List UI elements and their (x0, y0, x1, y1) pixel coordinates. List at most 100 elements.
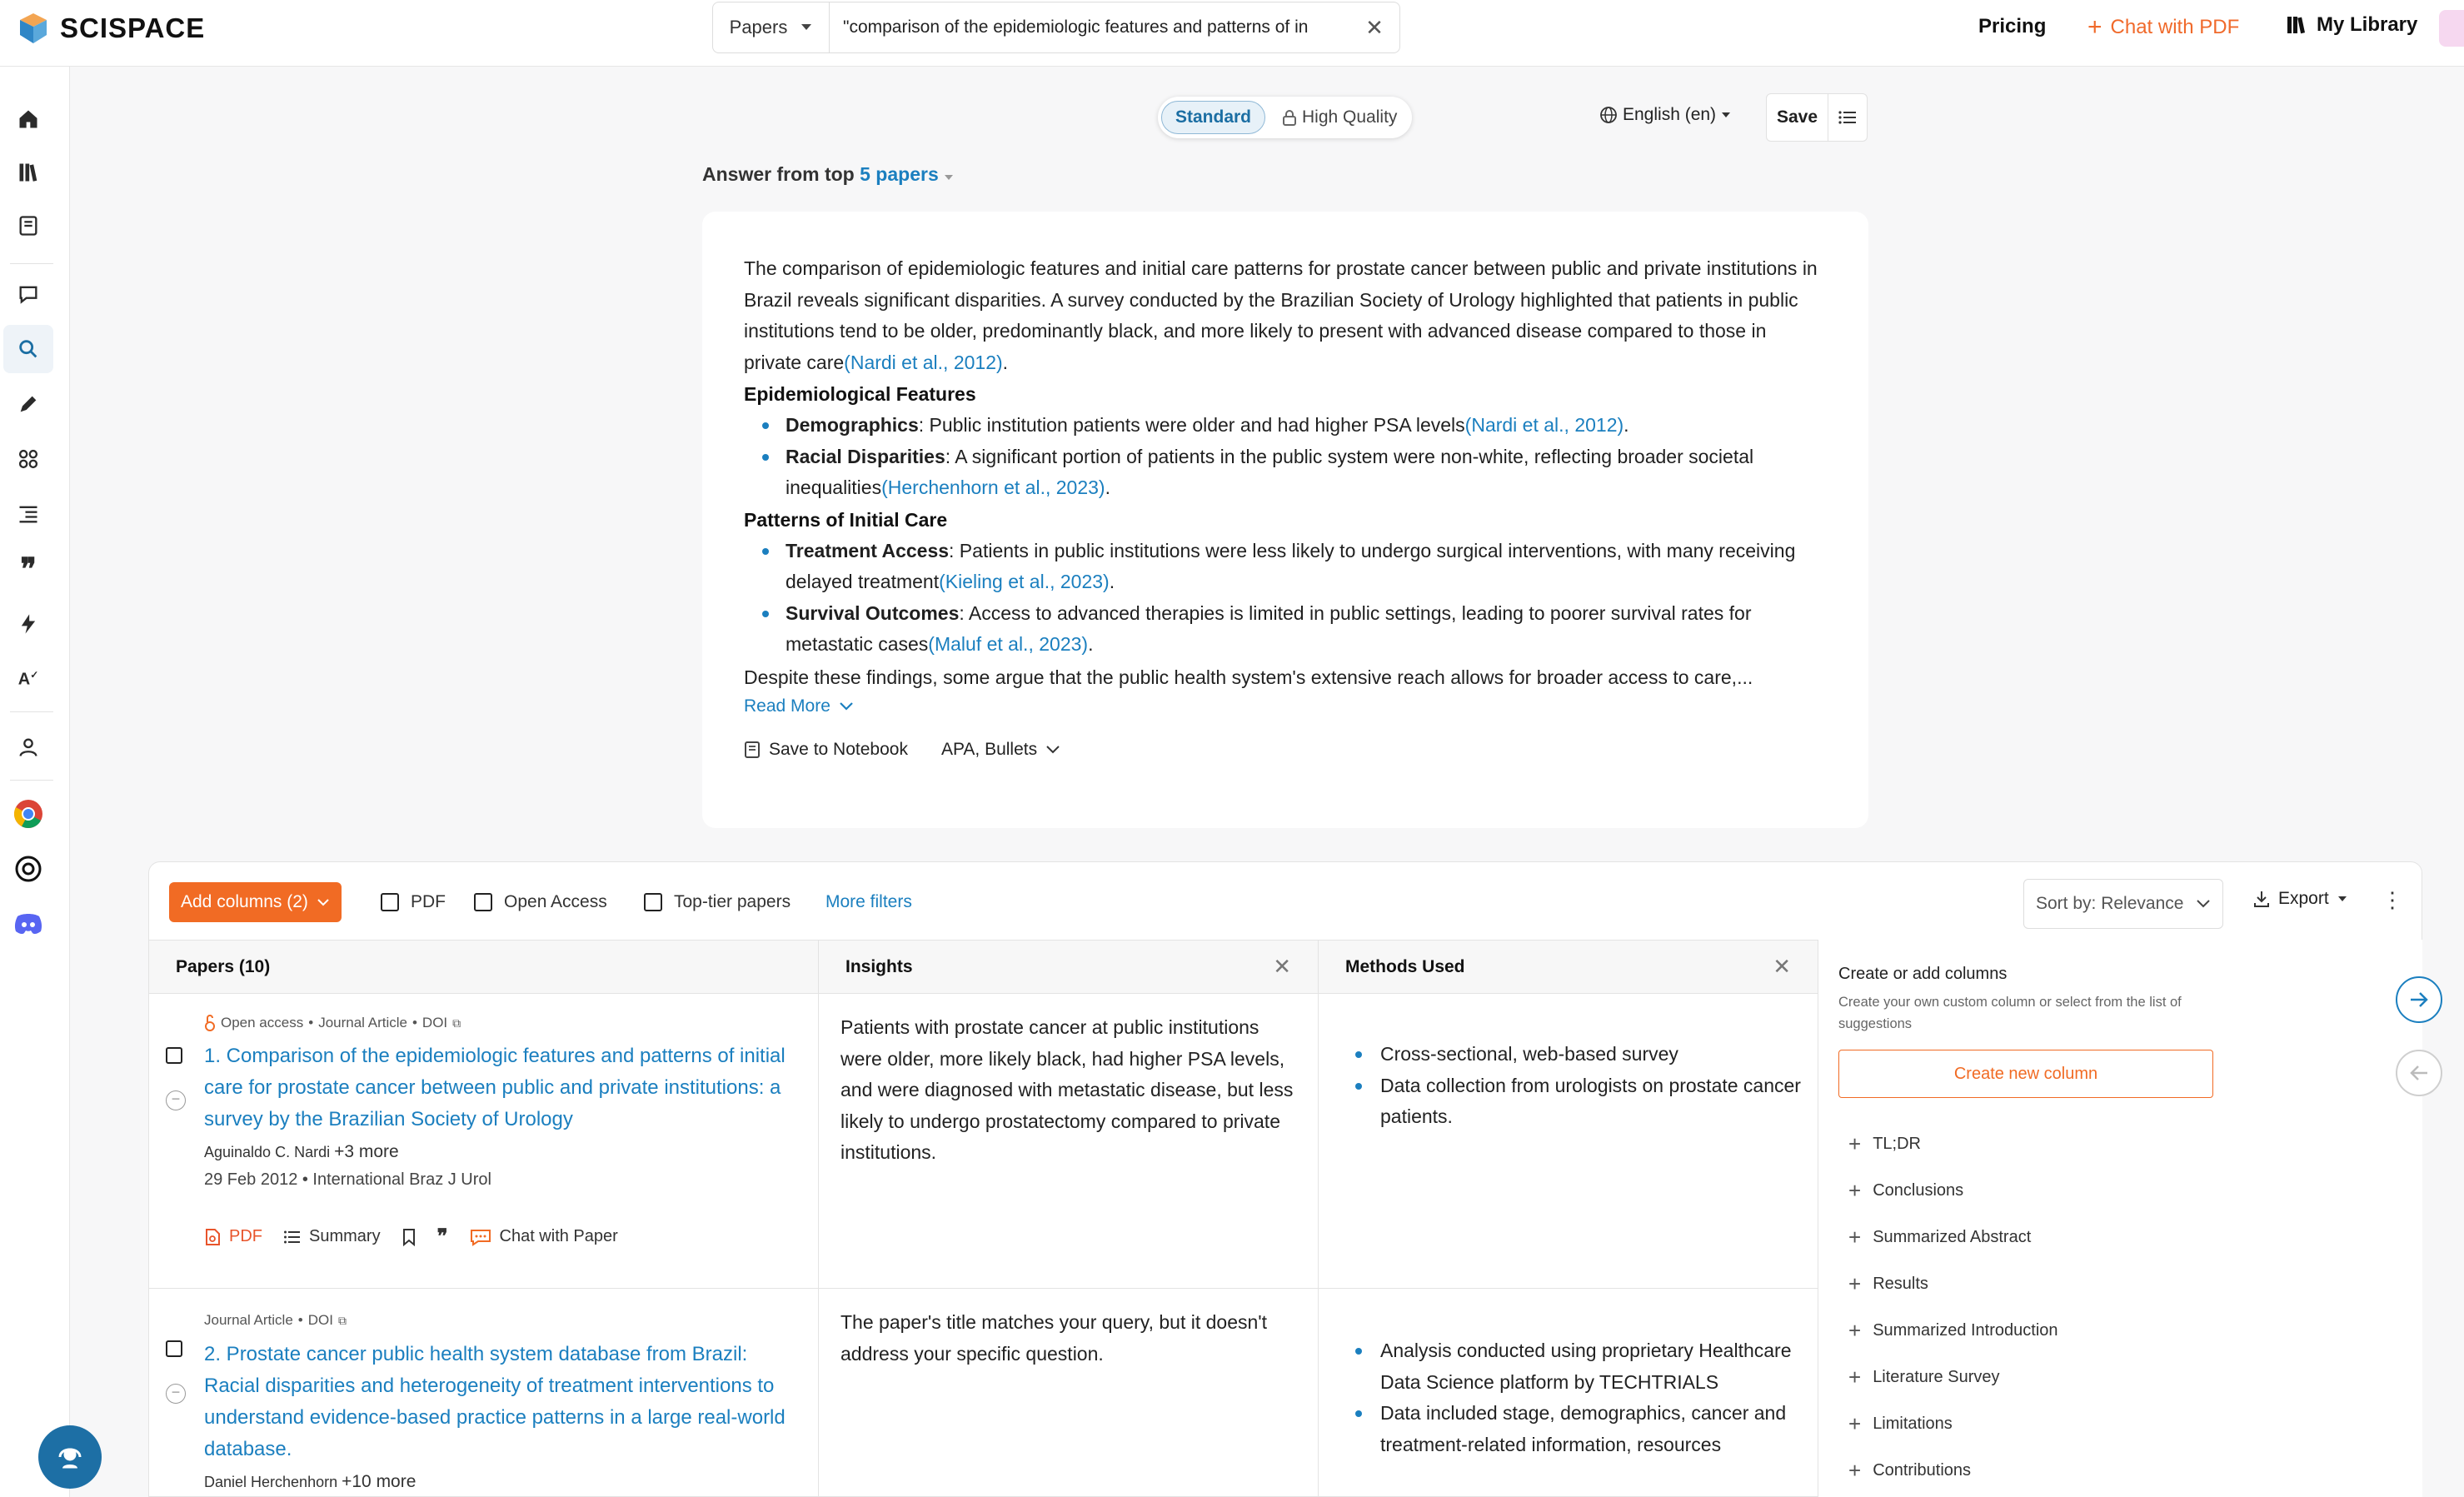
avatar[interactable] (2439, 10, 2464, 47)
filter-top-tier[interactable]: Top-tier papers (644, 892, 791, 912)
suggestion-item[interactable]: + Summarized Introduction (1848, 1318, 2058, 1344)
remove-column-icon[interactable]: ✕ (1273, 954, 1291, 980)
paper-pdf-button[interactable]: PDF (204, 1227, 262, 1246)
create-new-column-button[interactable]: Create new column (1838, 1050, 2213, 1098)
answer-header: Answer from top 5 papers (702, 163, 954, 186)
clear-search-icon[interactable]: ✕ (1349, 15, 1399, 41)
sidebar-write-icon[interactable] (3, 380, 53, 428)
plus-icon: + (1848, 1365, 1862, 1390)
export-button[interactable]: Export (2253, 889, 2347, 909)
sidebar-search-icon[interactable] (3, 325, 53, 373)
suggestion-item[interactable]: + Literature Survey (1848, 1365, 1999, 1390)
external-link-icon[interactable]: ⧉ (452, 1016, 461, 1030)
sidebar-profile-icon[interactable] (3, 723, 53, 771)
suggestion-item[interactable]: + Summarized Abstract (1848, 1225, 2031, 1250)
chat-with-paper-button[interactable]: Chat with Paper (470, 1227, 618, 1246)
sidebar-home-icon[interactable] (3, 95, 53, 143)
sidebar-extract-icon[interactable] (3, 435, 53, 483)
export-label: Export (2278, 889, 2329, 908)
checkbox[interactable] (474, 893, 492, 911)
insight-cell: Patients with prostate cancer at public … (819, 994, 1319, 1289)
sidebar-library-icon[interactable] (3, 148, 53, 197)
answer-papers-dropdown[interactable]: 5 papers (860, 163, 954, 185)
suggestion-item[interactable]: + Contributions (1848, 1458, 1971, 1484)
column-suggestions-panel: Create or add columns Create your own cu… (1818, 940, 2422, 1497)
plus-icon: + (1848, 1411, 1862, 1436)
scroll-left-button[interactable] (2396, 1050, 2442, 1096)
external-link-icon[interactable]: ⧉ (338, 1314, 347, 1328)
remove-column-icon[interactable]: ✕ (1773, 954, 1791, 980)
save-to-notebook-button[interactable]: Save to Notebook (744, 740, 908, 760)
citation-link[interactable]: (Kieling et al., 2023) (939, 571, 1110, 592)
sort-select[interactable]: Sort by: Relevance (2023, 879, 2223, 929)
insight-text: The paper's title matches your query, bu… (840, 1311, 1268, 1365)
read-more-link[interactable]: Read More (744, 696, 1827, 716)
meta-doi-link[interactable]: DOI (422, 1015, 447, 1031)
open-access-icon (205, 1015, 215, 1031)
sidebar-notebook-icon[interactable] (3, 202, 53, 250)
collapse-row-icon[interactable]: − (166, 1384, 186, 1404)
author-name[interactable]: Aguinaldo C. Nardi (204, 1144, 330, 1160)
filter-open-access[interactable]: Open Access (474, 892, 607, 912)
save-button[interactable]: Save (1767, 94, 1828, 141)
list-view-button[interactable] (1828, 94, 1867, 141)
scroll-right-button[interactable] (2396, 976, 2442, 1023)
citation-link[interactable]: (Nardi et al., 2012) (844, 352, 1002, 373)
mode-high-quality-button[interactable]: High Quality (1270, 101, 1409, 134)
sidebar-openai-icon[interactable] (3, 845, 53, 893)
citation-link[interactable]: (Maluf et al., 2023) (928, 633, 1088, 655)
sidebar-discord-icon[interactable] (3, 900, 53, 948)
citation-style-label: APA, Bullets (940, 740, 1038, 759)
suggestion-item[interactable]: + TL;DR (1848, 1131, 1921, 1157)
list-item: Analysis conducted using proprietary Hea… (1355, 1335, 1801, 1398)
support-chat-button[interactable] (38, 1425, 102, 1489)
filter-pdf[interactable]: PDF (381, 892, 446, 912)
search-type-select[interactable]: Papers (713, 2, 830, 52)
suggestion-item[interactable]: + Limitations (1848, 1411, 1953, 1437)
suggestion-item[interactable]: + Results (1848, 1271, 1928, 1297)
paper-summary-button[interactable]: Summary (284, 1227, 381, 1246)
answer-mode-toggle: Standard High Quality (1158, 97, 1413, 138)
bookmark-icon[interactable] (402, 1228, 416, 1246)
list-item: Treatment Access: Patients in public ins… (762, 536, 1827, 598)
meta-doi-link[interactable]: DOI (308, 1312, 333, 1329)
logo[interactable]: SCISPACE (17, 12, 205, 45)
checkbox[interactable] (644, 893, 662, 911)
language-select[interactable]: English (en) (1599, 105, 1731, 125)
row-checkbox[interactable] (166, 1047, 182, 1064)
scispace-logo-icon (20, 13, 47, 43)
column-header-methods: Methods Used ✕ (1319, 941, 1818, 994)
answer-papers-link: 5 papers (860, 163, 939, 185)
row-checkbox[interactable] (166, 1340, 182, 1357)
language-label: English (en) (1623, 105, 1717, 124)
search-input[interactable]: "comparison of the epidemiologic feature… (830, 17, 1349, 37)
add-columns-button[interactable]: Add columns (2) (169, 882, 342, 922)
more-filters-link[interactable]: More filters (825, 892, 912, 912)
citation-link[interactable]: (Nardi et al., 2012) (1465, 414, 1624, 436)
suggestion-item[interactable]: + Conclusions (1848, 1178, 1963, 1204)
nav-pricing-link[interactable]: Pricing (1978, 15, 2046, 38)
section-list-epidemiological: Demographics: Public institution patient… (744, 410, 1827, 504)
sidebar-chat-icon[interactable] (3, 270, 53, 318)
plus-icon: + (1848, 1178, 1862, 1203)
sidebar-ai-detector-icon[interactable]: A✓ (3, 655, 53, 703)
citation-link[interactable]: (Herchenhorn et al., 2023) (881, 477, 1105, 498)
paper-title-link[interactable]: 1. Comparison of the epidemiologic featu… (204, 1040, 796, 1135)
sidebar-chrome-icon[interactable] (3, 790, 53, 838)
sidebar-outline-icon[interactable] (3, 490, 53, 538)
collapse-row-icon[interactable]: − (166, 1090, 186, 1110)
checkbox[interactable] (381, 893, 399, 911)
cite-icon[interactable]: ❞ (437, 1225, 448, 1249)
more-options-icon[interactable]: ⋮ (2382, 887, 2403, 913)
sidebar-citation-icon[interactable]: ❞ (3, 545, 53, 593)
more-authors-link[interactable]: +10 more (342, 1472, 416, 1491)
methods-list: Cross-sectional, web-based survey Data c… (1319, 1039, 1818, 1133)
nav-chat-pdf-link[interactable]: + Chat with PDF (2087, 13, 2239, 42)
citation-style-select[interactable]: APA, Bullets (941, 740, 1060, 760)
mode-standard-button[interactable]: Standard (1161, 101, 1266, 134)
more-authors-link[interactable]: +3 more (334, 1142, 399, 1161)
paper-title-link[interactable]: 2. Prostate cancer public health system … (204, 1339, 796, 1465)
nav-my-library-link[interactable]: My Library (2287, 13, 2417, 37)
sidebar-lightning-icon[interactable] (3, 600, 53, 648)
author-name[interactable]: Daniel Herchenhorn (204, 1474, 337, 1490)
